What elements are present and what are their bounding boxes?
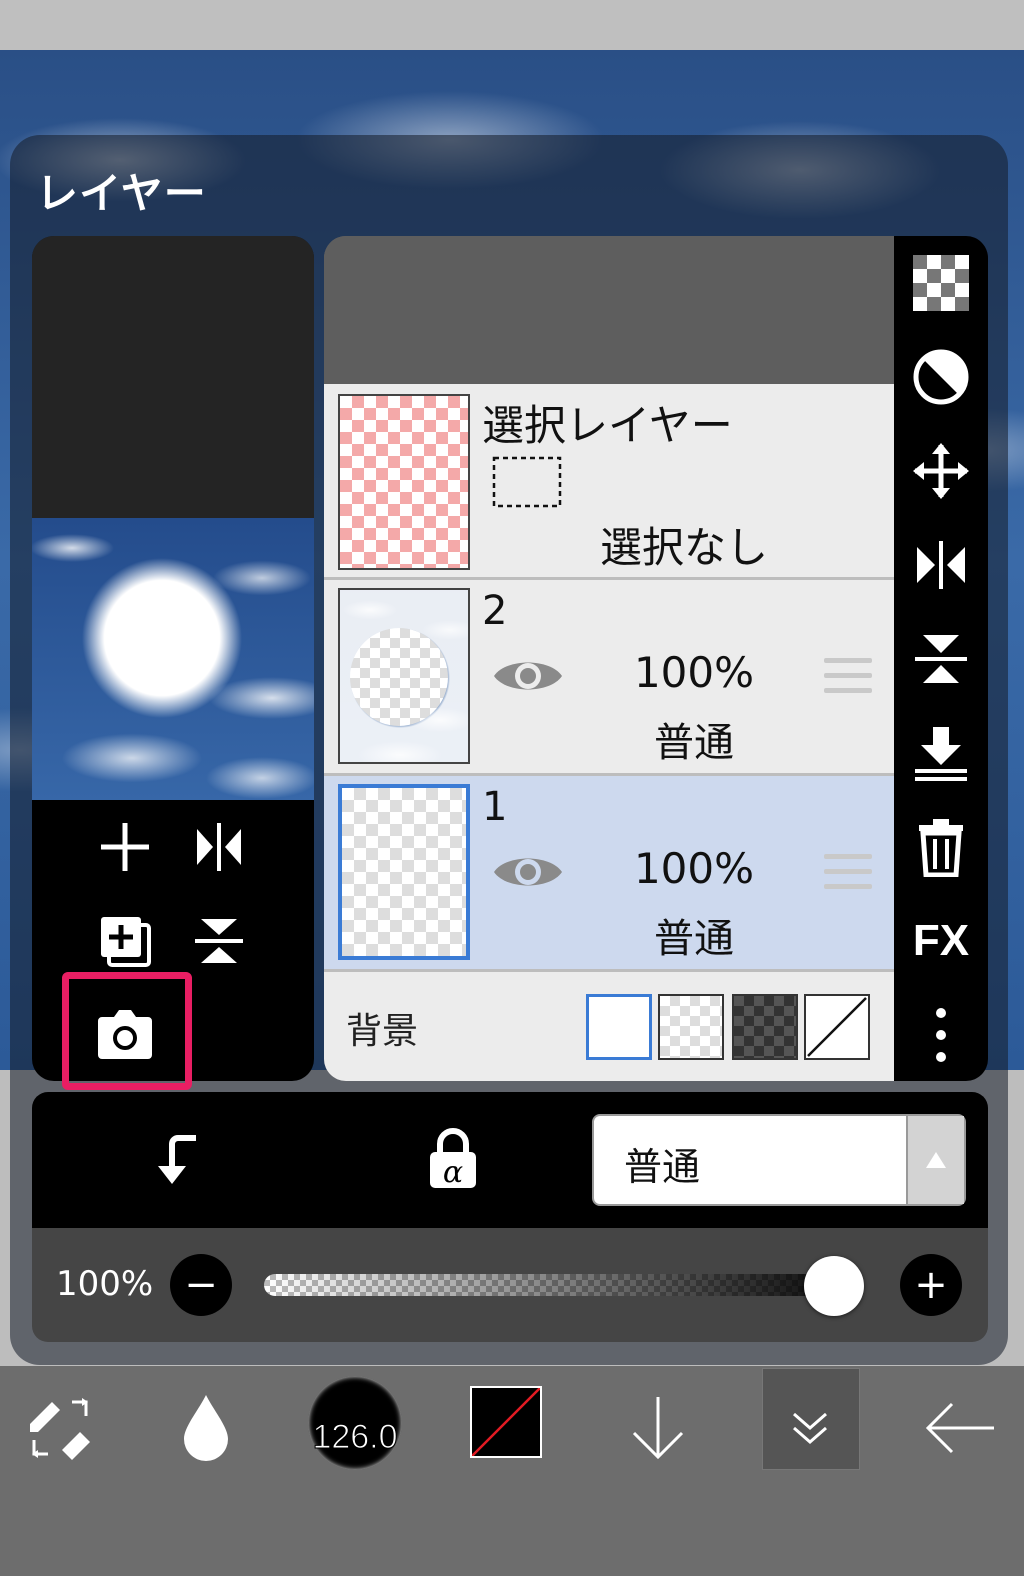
alpha-lock-button[interactable]: α: [418, 1124, 488, 1194]
triangle-up-icon: [926, 1152, 946, 1168]
visibility-eye-icon[interactable]: [492, 850, 564, 894]
background-transparent-dark-option[interactable]: [732, 994, 798, 1060]
flip-vertical-icon: [195, 919, 243, 963]
arrow-down-icon: [632, 1397, 684, 1460]
transparency-lock-button[interactable]: [908, 250, 974, 316]
more-button[interactable]: [908, 1002, 974, 1068]
flip-horizontal-icon: [917, 541, 965, 589]
adjust-button[interactable]: [908, 344, 974, 410]
opacity-slider-track[interactable]: [264, 1274, 864, 1296]
transform-icon: [30, 1398, 90, 1460]
brush-size-value: 126.0: [312, 1418, 398, 1457]
layer-blend-mode: 普通: [654, 720, 734, 766]
collapse-icon: [793, 1412, 827, 1444]
visibility-eye-icon[interactable]: [492, 654, 564, 698]
blend-mode-value: 普通: [624, 1145, 701, 1189]
background-transparent-light-option[interactable]: [658, 994, 724, 1060]
layer-number: 1: [482, 784, 508, 830]
flip-vertical-icon: [915, 635, 967, 683]
layer-thumbnail: [338, 784, 470, 960]
camera-highlight: [62, 972, 192, 1090]
blend-mode-dropdown-arrow[interactable]: [906, 1116, 964, 1204]
checker-icon: [913, 255, 969, 311]
back-button[interactable]: [910, 1378, 1010, 1478]
drop-button[interactable]: [156, 1378, 256, 1478]
selection-rect-icon: [492, 456, 562, 508]
collapse-button[interactable]: [760, 1378, 860, 1478]
fx-button[interactable]: FX: [908, 908, 974, 974]
blend-mode-select[interactable]: 普通: [592, 1114, 966, 1206]
layer-down-button[interactable]: [608, 1378, 708, 1478]
clipping-button[interactable]: [140, 1124, 210, 1194]
delete-layer-button[interactable]: [908, 814, 974, 880]
merge-down-button[interactable]: [908, 720, 974, 786]
alpha-lock-icon: α: [430, 1128, 476, 1190]
add-layer-button[interactable]: [90, 812, 160, 882]
duplicate-layer-icon: [101, 917, 151, 967]
svg-text:α: α: [443, 1155, 463, 1190]
flip-horizontal-layer-button[interactable]: [908, 532, 974, 598]
canvas-preview[interactable]: [32, 518, 314, 800]
color-swatch[interactable]: [470, 1386, 542, 1458]
layer-number: 2: [482, 588, 508, 634]
add-layer-icon: [101, 823, 149, 871]
move-icon: [913, 443, 969, 499]
fx-icon: FX: [912, 916, 970, 965]
flip-horizontal-icon: [197, 823, 241, 871]
tool-switch-button[interactable]: [10, 1378, 110, 1478]
selection-layer-title: 選択レイヤー: [482, 401, 733, 450]
layer-row[interactable]: 2 100% 普通: [324, 580, 894, 776]
back-arrow-icon: [925, 1402, 994, 1454]
background-label: 背景: [346, 1011, 419, 1052]
layer-thumbnail: [338, 394, 470, 570]
background-row: 背景: [324, 972, 894, 1081]
drop-icon: [184, 1395, 228, 1461]
layer-thumbnail: [338, 588, 470, 764]
trash-icon: [919, 819, 963, 877]
move-button[interactable]: [908, 438, 974, 504]
flip-horizontal-button[interactable]: [184, 812, 254, 882]
drag-handle-icon[interactable]: [824, 854, 872, 894]
contrast-icon: [913, 349, 969, 405]
preview-column: [32, 236, 314, 1081]
duplicate-layer-button[interactable]: [90, 906, 160, 976]
opacity-minus-button[interactable]: −: [170, 1254, 232, 1316]
opacity-value: 100%: [56, 1264, 154, 1304]
selection-layer-row[interactable]: 選択レイヤー 選択なし: [324, 384, 894, 580]
clip-arrow-icon: [158, 1135, 196, 1184]
status-bar: [0, 0, 1024, 50]
background-white-option[interactable]: [586, 994, 652, 1060]
selection-status: 選択なし: [600, 523, 769, 572]
flip-vertical-layer-button[interactable]: [908, 626, 974, 692]
layer-list[interactable]: 選択レイヤー 選択なし 2 100% 普通 1 100% 普通 背景: [324, 236, 894, 1081]
drag-handle-icon[interactable]: [824, 658, 872, 698]
layer-opacity: 100%: [633, 844, 755, 893]
opacity-slider-knob[interactable]: [804, 1256, 864, 1316]
merge-down-icon: [915, 727, 967, 781]
layer-opacity: 100%: [633, 648, 755, 697]
more-vertical-icon: [936, 1008, 946, 1062]
flip-vertical-button[interactable]: [184, 906, 254, 976]
panel-title: レイヤー: [36, 169, 207, 218]
layer-row[interactable]: 1 100% 普通: [324, 776, 894, 972]
layer-blend-mode: 普通: [654, 916, 734, 962]
background-none-option[interactable]: [804, 994, 870, 1060]
opacity-plus-button[interactable]: +: [900, 1254, 962, 1316]
